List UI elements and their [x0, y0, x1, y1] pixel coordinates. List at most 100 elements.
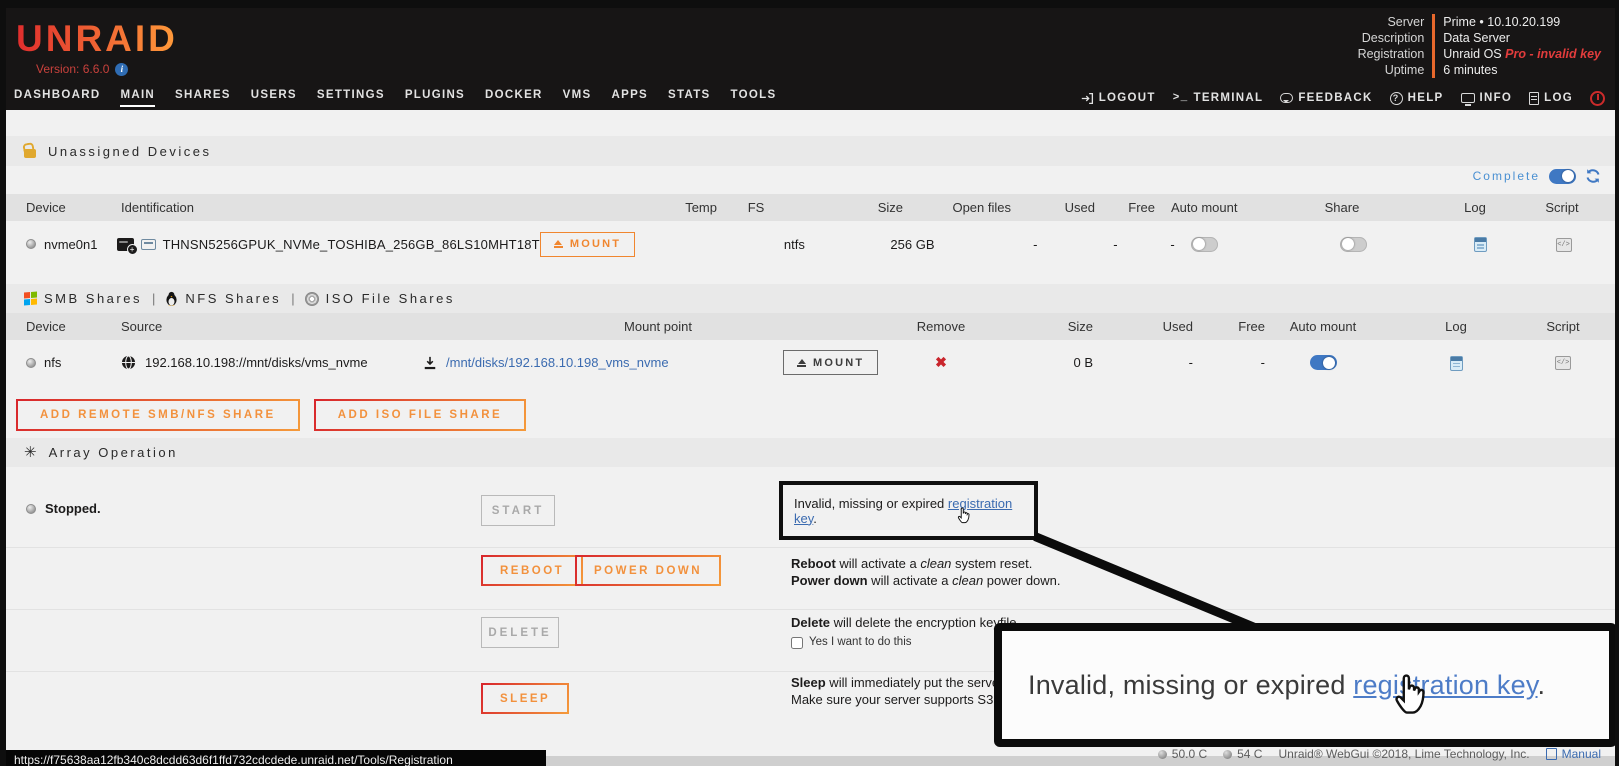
section-title: Unassigned Devices: [48, 144, 212, 159]
share-mount-button[interactable]: MOUNT: [783, 350, 878, 375]
refresh-icon[interactable]: [1585, 168, 1601, 184]
column-header: Size: [795, 200, 903, 215]
terminal-button[interactable]: >_ TERMINAL: [1173, 92, 1264, 104]
column-header: Identification: [121, 200, 489, 215]
tab-stats[interactable]: STATS: [668, 89, 711, 107]
server-info: Server Prime • 10.10.20.199 Description …: [1358, 14, 1601, 78]
nav-actions: LOGOUT >_ TERMINAL FEEDBACK ? HELP INFO …: [1081, 91, 1605, 106]
feedback-button[interactable]: FEEDBACK: [1280, 92, 1372, 104]
share-log-icon[interactable]: [1450, 356, 1463, 371]
registration-key-link-large[interactable]: registration key: [1353, 670, 1537, 700]
size-cell: 256 GB: [832, 237, 935, 252]
sleep-description: Sleep will immediately put the server in…: [791, 674, 1021, 708]
logout-button[interactable]: LOGOUT: [1081, 92, 1156, 105]
help-icon: ?: [1390, 92, 1403, 105]
column-header: Free: [1193, 319, 1265, 334]
delete-button[interactable]: DELETE: [481, 617, 559, 648]
remove-x-icon[interactable]: ✖: [935, 354, 947, 370]
tab-main[interactable]: MAIN: [120, 89, 155, 107]
column-header: Temp: [639, 200, 717, 215]
device-log-icon[interactable]: [1474, 237, 1487, 252]
nav-tabs: DASHBOARD MAIN SHARES USERS SETTINGS PLU…: [14, 89, 776, 107]
complete-toggle-row: Complete: [1473, 168, 1601, 184]
tab-vms[interactable]: VMS: [563, 89, 592, 107]
add-share-buttons: ADD REMOTE SMB/NFS SHARE ADD ISO FILE SH…: [16, 399, 526, 431]
array-status-icon: [26, 504, 36, 514]
info-button[interactable]: INFO: [1461, 92, 1513, 104]
device-script-icon[interactable]: </>: [1556, 238, 1572, 252]
unraid-logo[interactable]: UNRAID: [16, 18, 178, 60]
nav-bar: DASHBOARD MAIN SHARES USERS SETTINGS PLU…: [14, 86, 1605, 110]
registration-warning-zoom: Invalid, missing or expired registration…: [994, 623, 1617, 747]
shares-table-header: Device Source Mount point Remove Size Us…: [6, 313, 1615, 340]
server-label: Server: [1358, 14, 1433, 30]
share-script-icon[interactable]: </>: [1555, 356, 1571, 370]
used-cell: -: [1093, 355, 1193, 370]
disk-add-icon[interactable]: [117, 238, 134, 251]
mount-button[interactable]: MOUNT: [540, 232, 635, 257]
uptime-label: Uptime: [1358, 62, 1433, 78]
mount-point-link[interactable]: /mnt/disks/192.168.10.198_vms_nvme: [446, 355, 669, 370]
share-toggle[interactable]: [1340, 237, 1367, 252]
tab-users[interactable]: USERS: [251, 89, 297, 107]
partition-icon: [141, 239, 156, 250]
manual-book-icon: [1546, 748, 1557, 760]
version-label: Version: 6.6.0 i: [36, 62, 128, 76]
tab-apps[interactable]: APPS: [612, 89, 649, 107]
version-info-icon[interactable]: i: [115, 63, 128, 76]
share-device-name[interactable]: nfs: [44, 355, 61, 370]
free-cell: -: [1118, 237, 1175, 252]
iso-file-shares-tab[interactable]: ISO File Shares: [305, 291, 455, 306]
power-down-button[interactable]: POWER DOWN: [575, 555, 721, 586]
invalid-key-text: Pro - invalid key: [1505, 47, 1601, 61]
size-cell: 0 B: [989, 355, 1093, 370]
column-header: Share: [1263, 200, 1421, 215]
add-iso-file-share-button[interactable]: ADD ISO FILE SHARE: [314, 399, 526, 431]
tab-tools[interactable]: TOOLS: [731, 89, 777, 107]
column-header: Free: [1095, 200, 1155, 215]
unassigned-device-row: nvme0n1 THNSN5256GPUK_NVMe_TOSHIBA_256GB…: [6, 221, 1615, 267]
column-header: Log: [1421, 200, 1529, 215]
tab-dashboard[interactable]: DASHBOARD: [14, 89, 100, 107]
add-remote-smb-nfs-share-button[interactable]: ADD REMOTE SMB/NFS SHARE: [16, 399, 300, 431]
tab-settings[interactable]: SETTINGS: [317, 89, 385, 107]
tab-shares[interactable]: SHARES: [175, 89, 231, 107]
smb-shares-tab[interactable]: SMB Shares: [24, 291, 142, 306]
manual-link[interactable]: Manual: [1562, 747, 1601, 761]
server-value: Prime • 10.10.20.199: [1432, 14, 1601, 30]
unlock-icon[interactable]: [24, 149, 36, 158]
free-cell: -: [1193, 355, 1265, 370]
log-button[interactable]: LOG: [1529, 92, 1573, 105]
start-button[interactable]: START: [481, 495, 555, 526]
mount-icon: [554, 240, 563, 248]
delete-confirm-checkbox[interactable]: [791, 637, 803, 649]
nfs-shares-tab[interactable]: NFS Shares: [165, 291, 281, 306]
complete-toggle[interactable]: [1549, 169, 1576, 184]
shares-section-header: SMB Shares | NFS Shares | ISO File Share…: [6, 284, 1615, 313]
complete-label[interactable]: Complete: [1473, 169, 1540, 183]
sleep-button[interactable]: SLEEP: [481, 683, 569, 714]
logout-icon: [1081, 92, 1094, 105]
footer-copyright: Unraid® WebGui ©2018, Lime Technology, I…: [1278, 747, 1529, 761]
unassigned-devices-header: Unassigned Devices: [6, 136, 1615, 166]
power-alert-icon[interactable]: [1590, 91, 1605, 106]
divider: |: [291, 291, 294, 306]
array-operation-header: ✳ Array Operation: [6, 438, 1615, 467]
auto-mount-toggle[interactable]: [1310, 355, 1337, 370]
hand-cursor-icon-large: [1391, 668, 1433, 716]
browser-status-url: https://f75638aa12fb340c8dcdd63d6f1ffd73…: [6, 750, 546, 766]
column-header: Used: [1093, 319, 1193, 334]
reboot-button[interactable]: REBOOT: [481, 555, 583, 586]
tab-plugins[interactable]: PLUGINS: [405, 89, 465, 107]
column-header: Device: [26, 200, 121, 215]
column-header: Auto mount: [1265, 319, 1381, 334]
registration-value: Unraid OS Pro - invalid key: [1432, 46, 1601, 62]
tab-docker[interactable]: DOCKER: [485, 89, 543, 107]
help-button[interactable]: ? HELP: [1390, 92, 1444, 105]
column-header: Device: [26, 319, 121, 334]
section-title: Array Operation: [49, 445, 178, 460]
auto-mount-toggle[interactable]: [1191, 237, 1218, 252]
unassigned-table-header: Device Identification Temp FS Size Open …: [6, 194, 1615, 221]
uptime-value: 6 minutes: [1432, 62, 1601, 78]
device-name[interactable]: nvme0n1: [44, 237, 97, 252]
